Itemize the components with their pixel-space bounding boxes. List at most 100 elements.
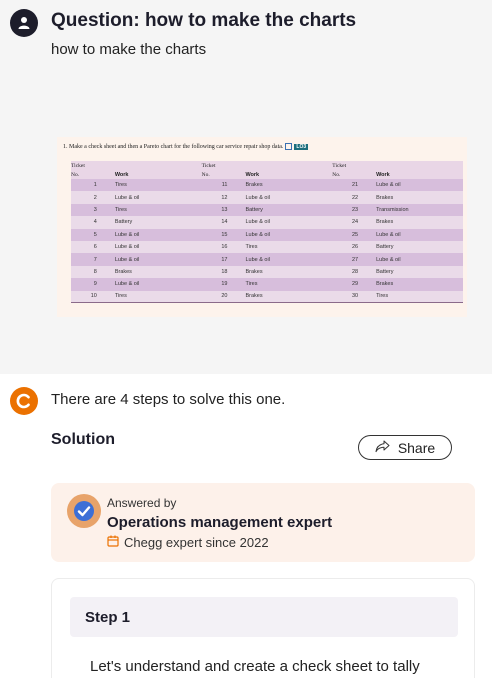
- work-type-cell: Brakes: [245, 182, 263, 189]
- work-type-cell: Tires: [114, 182, 127, 189]
- ticket-no-cell: 17: [221, 256, 228, 263]
- no-header: No.: [332, 171, 341, 178]
- ticket-no-cell: 9: [93, 281, 97, 288]
- ticket-no-cell: 12: [221, 194, 228, 201]
- ticket-no-cell: 20: [221, 293, 228, 300]
- work-type-cell: Lube & oil: [376, 231, 401, 238]
- work-type-cell: Lube & oil: [376, 256, 401, 263]
- steps-summary: There are 4 steps to solve this one.: [51, 391, 286, 408]
- lo-badge: LO3: [294, 143, 309, 150]
- table-row: 9 Lube & oil 19 Tires 29 Brakes: [71, 278, 463, 291]
- no-header: No.: [201, 171, 210, 178]
- work-type-cell: Tires: [245, 281, 258, 288]
- table-row: 10 Tires 20 Brakes 30 Tires: [71, 290, 463, 303]
- work-type-cell: Brakes: [245, 268, 263, 275]
- work-type-cell: Tires: [245, 244, 258, 251]
- ticket-no-cell: 15: [221, 231, 228, 238]
- no-header: No.: [71, 171, 80, 178]
- ticket-no-cell: 11: [221, 182, 228, 189]
- work-type-cell: Brakes: [245, 293, 263, 300]
- external-link-icon: [285, 143, 293, 150]
- ticket-no-cell: 22: [351, 194, 359, 201]
- work-header: Work: [114, 171, 129, 178]
- work-type-cell: Battery: [376, 244, 394, 251]
- work-type-cell: Lube & oil: [114, 281, 140, 288]
- ticket-no-cell: 6: [93, 244, 97, 251]
- work-type-cell: Battery: [114, 219, 133, 226]
- solution-heading: Solution: [51, 431, 115, 448]
- work-type-cell: Brakes: [376, 194, 394, 201]
- work-type-cell: Lube & oil: [245, 256, 270, 263]
- share-label: Share: [397, 439, 436, 456]
- work-type-cell: Lube & oil: [114, 194, 140, 201]
- step-title: Step 1: [85, 609, 131, 626]
- ticket-no-cell: 4: [93, 219, 97, 226]
- work-type-cell: Transmission: [376, 206, 409, 213]
- ticket-no-cell: 23: [351, 206, 359, 213]
- share-arrow-icon: [375, 440, 390, 456]
- expert-verified-avatar-icon: [67, 494, 101, 528]
- table-row: 8 Brakes 18 Brakes 28 Battery: [71, 265, 463, 279]
- table-row: 3 Tires 13 Battery 23 Transmission: [71, 203, 463, 217]
- work-type-cell: Brakes: [114, 268, 132, 275]
- work-header: Work: [376, 171, 390, 178]
- table-header-row-2: No. Work No. Work No. Work: [71, 170, 463, 179]
- work-header: Work: [245, 171, 260, 178]
- step-text: Let's understand and create a check shee…: [90, 658, 420, 675]
- question-text: how to make the charts: [51, 41, 207, 58]
- ticket-no-cell: 24: [351, 219, 359, 226]
- ticket-no-cell: 10: [90, 293, 97, 300]
- answered-by-label: Answered by: [107, 496, 177, 510]
- work-type-cell: Lube & oil: [245, 219, 270, 226]
- expert-title: Operations management expert: [107, 514, 333, 531]
- ticket-no-cell: 7: [93, 256, 97, 263]
- step-header[interactable]: Step 1: [70, 597, 458, 637]
- ticket-no-cell: 8: [93, 268, 97, 275]
- expert-since: Chegg expert since 2022: [124, 535, 269, 550]
- image-caption: 1. Make a check sheet and then a Pareto …: [63, 143, 309, 150]
- image-caption-text: 1. Make a check sheet and then a Pareto …: [63, 143, 284, 150]
- table-row: 7 Lube & oil 17 Lube & oil 27 Lube & oil: [71, 253, 463, 266]
- table-row: 6 Lube & oil 16 Tires 26 Battery: [71, 240, 463, 254]
- ticket-no-cell: 2: [93, 194, 97, 201]
- step-card: Step 1 Let's understand and create a che…: [51, 578, 475, 678]
- work-type-cell: Lube & oil: [376, 182, 401, 189]
- ticket-header: Ticket: [332, 162, 347, 169]
- ticket-no-cell: 16: [221, 244, 228, 251]
- work-type-cell: Brakes: [376, 281, 394, 288]
- ticket-no-cell: 14: [221, 219, 228, 226]
- ticket-no-cell: 29: [351, 281, 359, 288]
- ticket-header: Ticket: [201, 162, 216, 169]
- work-type-cell: Battery: [245, 206, 263, 213]
- page: Question: how to make the charts how to …: [0, 0, 492, 678]
- share-button[interactable]: Share: [358, 435, 452, 460]
- question-title: Question: how to make the charts: [51, 10, 357, 31]
- work-type-cell: Brakes: [376, 219, 394, 226]
- ticket-header: Ticket: [71, 162, 85, 169]
- ticket-no-cell: 27: [351, 256, 359, 263]
- table-header-row-1: Ticket Ticket Ticket: [71, 161, 463, 170]
- ticket-no-cell: 13: [221, 206, 228, 213]
- ticket-no-cell: 21: [351, 182, 359, 189]
- ticket-no-cell: 26: [351, 244, 359, 251]
- ticket-no-cell: 30: [351, 293, 359, 300]
- ticket-no-cell: 5: [93, 231, 97, 238]
- ticket-no-cell: 25: [351, 231, 359, 238]
- ticket-no-cell: 3: [93, 206, 97, 213]
- repair-data-table: Ticket Ticket Ticket No. Work No. Work N…: [71, 161, 463, 303]
- calendar-icon: [107, 535, 119, 550]
- user-icon: [10, 9, 38, 37]
- ticket-no-cell: 28: [351, 268, 359, 275]
- work-type-cell: Lube & oil: [114, 244, 140, 251]
- question-section: Question: how to make the charts how to …: [0, 0, 492, 374]
- table-row: 5 Lube & oil 15 Lube & oil 25 Lube & oil: [71, 228, 463, 241]
- ticket-no-cell: 1: [93, 182, 97, 189]
- ticket-no-cell: 18: [221, 268, 228, 275]
- work-type-cell: Lube & oil: [114, 256, 140, 263]
- ticket-no-cell: 19: [221, 281, 228, 288]
- table-row: 2 Lube & oil 12 Lube & oil 22 Brakes: [71, 191, 463, 204]
- work-type-cell: Lube & oil: [114, 231, 140, 238]
- work-type-cell: Tires: [114, 206, 127, 213]
- work-type-cell: Tires: [376, 293, 389, 300]
- question-image[interactable]: 1. Make a check sheet and then a Pareto …: [57, 137, 467, 317]
